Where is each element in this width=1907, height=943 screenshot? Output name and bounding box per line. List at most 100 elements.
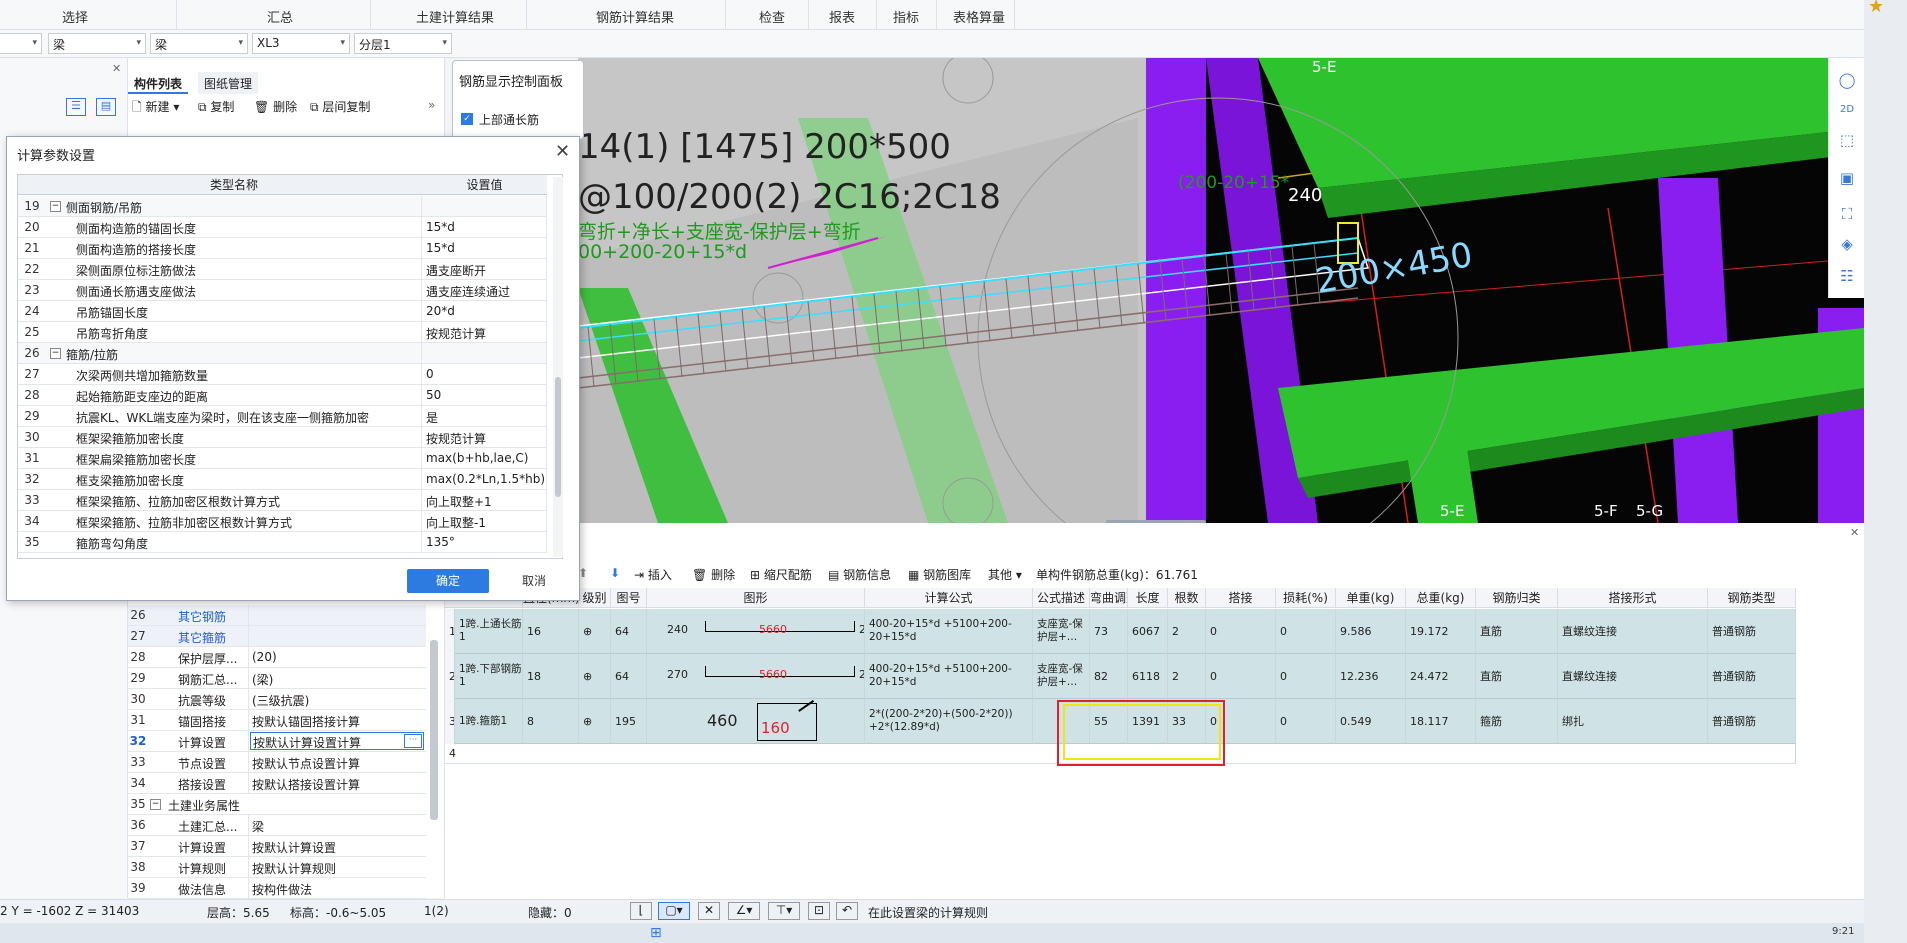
rebar-cell-name[interactable]: 1跨.箍筋1 xyxy=(455,699,523,744)
column-header[interactable]: 公式描述 xyxy=(1033,588,1090,608)
ortho-icon[interactable]: ⌊ xyxy=(630,902,652,920)
settings-row[interactable]: 31 框架扁梁箍筋加密长度 max(b+hb,lae,C) xyxy=(18,448,547,469)
menu-check[interactable]: 检查 xyxy=(752,7,792,26)
column-header[interactable]: 搭接 xyxy=(1206,588,1276,608)
rebar-library-button[interactable]: ▦ 钢筋图库 xyxy=(908,566,971,583)
grid-view-icon[interactable]: ▤ xyxy=(96,98,116,116)
property-row[interactable]: 31 锚固搭接 按默认锚固搭接计算 xyxy=(128,710,426,731)
settings-row[interactable]: 35 箍筋弯勾角度 135° xyxy=(18,532,547,553)
settings-row[interactable]: 22 梁侧面原位标注筋做法 遇支座断开 xyxy=(18,259,547,280)
list-icon[interactable]: ☷ xyxy=(1837,266,1857,286)
rebar-cell-total[interactable]: 18.117 xyxy=(1406,699,1476,744)
rebar-cell-formula[interactable]: 400-20+15*d +5100+200-20+15*d xyxy=(865,609,1033,654)
3d-box-icon[interactable]: ⬚ xyxy=(1837,130,1857,150)
column-header[interactable]: 级别 xyxy=(579,588,611,608)
setting-value[interactable]: 15*d xyxy=(426,241,455,255)
column-header[interactable]: 根数 xyxy=(1168,588,1206,608)
checkbox-checked-icon[interactable]: ✓ xyxy=(461,113,473,125)
property-scrollbar[interactable] xyxy=(430,640,438,820)
move-down-icon[interactable]: ⬇ xyxy=(610,566,620,580)
menu-table-calc[interactable]: 表格算量 xyxy=(944,7,1014,26)
settings-row[interactable]: 19− 侧面钢筋/吊筋 xyxy=(18,196,547,217)
setting-value[interactable]: max(b+hb,lae,C) xyxy=(426,451,528,465)
settings-row[interactable]: 24 吊筋锚固长度 20*d xyxy=(18,301,547,322)
floor-copy-button[interactable]: ⧉ 层间复制 xyxy=(310,98,370,115)
column-header[interactable]: 长度 xyxy=(1128,588,1168,608)
collapse-icon[interactable]: − xyxy=(50,348,61,359)
rebar-cell-desc[interactable]: 支座宽-保护层+… xyxy=(1033,654,1090,699)
menu-index[interactable]: 指标 xyxy=(886,7,926,26)
rebar-cell-type[interactable]: 普通钢筋 xyxy=(1708,654,1796,699)
rebar-cell-cat[interactable]: 直筋 xyxy=(1476,609,1558,654)
collapse-icon[interactable]: − xyxy=(150,799,161,810)
layer-select[interactable]: 分层1 ▾ xyxy=(354,33,452,54)
ellipsis-icon[interactable]: ··· xyxy=(404,734,422,748)
property-row[interactable]: 33 节点设置 按默认节点设置计算 xyxy=(128,752,426,773)
setting-value[interactable]: 20*d xyxy=(426,304,455,318)
rebar-cell-grade[interactable]: ⊕ xyxy=(579,609,611,654)
property-value[interactable]: 按默认锚固搭接计算 xyxy=(252,713,360,730)
rebar-cell-bend[interactable]: 73 xyxy=(1090,609,1128,654)
arc-icon[interactable]: ↶ xyxy=(836,902,858,920)
rebar-cell-cat[interactable]: 箍筋 xyxy=(1476,699,1558,744)
rebar-shape[interactable]: 2705660270 xyxy=(647,654,865,699)
menu-select[interactable]: 选择 xyxy=(45,7,105,26)
rebar-cell-lap[interactable]: 0 xyxy=(1206,654,1276,699)
settings-row[interactable]: 30 框架梁箍筋加密长度 按规范计算 xyxy=(18,427,547,448)
column-header[interactable]: 单重(kg) xyxy=(1336,588,1406,608)
property-row[interactable]: 28 保护层厚... (20) xyxy=(128,647,426,668)
column-header[interactable]: 钢筋归类 xyxy=(1476,588,1558,608)
list-view-icon[interactable]: ☰ xyxy=(66,98,86,116)
rebar-cell-loss[interactable]: 0 xyxy=(1276,654,1336,699)
star-icon[interactable]: ★ xyxy=(1868,0,1884,17)
menu-report[interactable]: 报表 xyxy=(822,7,862,26)
settings-row[interactable]: 32 框支梁箍筋加密长度 max(0.2*Ln,1.5*hb) xyxy=(18,469,547,490)
column-header[interactable]: 图号 xyxy=(611,588,647,608)
rebar-cell-len[interactable]: 6067 xyxy=(1128,609,1168,654)
rebar-cell-fig[interactable]: 64 xyxy=(611,654,647,699)
offset-icon[interactable]: ⊤▾ xyxy=(768,902,800,920)
column-header[interactable]: 钢筋类型 xyxy=(1708,588,1796,608)
rebar-cell-lapform[interactable]: 绑扎 xyxy=(1558,699,1708,744)
column-header[interactable]: 计算公式 xyxy=(865,588,1033,608)
property-value[interactable]: 按默认计算设置 xyxy=(252,839,336,856)
layers-icon[interactable]: ◈ xyxy=(1837,234,1857,254)
column-header[interactable]: 损耗(%) xyxy=(1276,588,1336,608)
rebar-cell-formula[interactable]: 400-20+15*d +5100+200-20+15*d xyxy=(865,654,1033,699)
rebar-cell-grade[interactable]: ⊕ xyxy=(579,699,611,744)
property-value[interactable]: (20) xyxy=(252,650,277,664)
rebar-cell-fig[interactable]: 195 xyxy=(611,699,647,744)
property-row[interactable]: 35− 土建业务属性 xyxy=(128,794,426,815)
rebar-cell-qty[interactable]: 2 xyxy=(1168,654,1206,699)
rebar-cell-loss[interactable]: 0 xyxy=(1276,609,1336,654)
rebar-cell-len[interactable]: 6118 xyxy=(1128,654,1168,699)
settings-row[interactable]: 29 抗震KL、WKL端支座为梁时，则在该支座一侧箍筋加密 是 xyxy=(18,406,547,427)
setting-value[interactable]: 0 xyxy=(426,367,434,381)
insert-button[interactable]: ⇥ 插入 xyxy=(634,566,672,583)
rebar-cell-formula[interactable]: 2*((200-2*20)+(500-2*20)) +2*(12.89*d) xyxy=(865,699,1033,744)
settings-row[interactable]: 28 起始箍筋距支座边的距离 50 xyxy=(18,385,547,406)
settings-row[interactable]: 27 次梁两侧共增加箍筋数量 0 xyxy=(18,364,547,385)
column-header[interactable]: 弯曲调整 xyxy=(1090,588,1128,608)
copy-button[interactable]: ⧉ 复制 xyxy=(198,98,234,115)
delete-rebar-button[interactable]: 🗑 删除 xyxy=(692,566,735,583)
property-value[interactable]: 按默认搭接设置计算 xyxy=(252,776,360,793)
type-select[interactable]: 梁 ▾ xyxy=(150,33,248,54)
rebar-cell-total[interactable]: 19.172 xyxy=(1406,609,1476,654)
setting-value[interactable]: 135° xyxy=(426,535,455,549)
property-value[interactable]: 按默认计算规则 xyxy=(252,860,336,877)
ok-button[interactable]: 确定 xyxy=(407,569,489,593)
settings-row[interactable]: 33 框架梁箍筋、拉筋加密区根数计算方式 向上取整+1 xyxy=(18,490,547,511)
column-header[interactable]: 总重(kg) xyxy=(1406,588,1476,608)
rebar-shape[interactable]: 460 160 xyxy=(647,699,865,744)
setting-value[interactable]: 遇支座断开 xyxy=(426,262,486,279)
settings-row[interactable]: 34 框架梁箍筋、拉筋非加密区根数计算方式 向上取整-1 xyxy=(18,511,547,532)
property-row[interactable]: 30 抗震等级 (三级抗震) xyxy=(128,689,426,710)
snap-icon[interactable]: ▢▾ xyxy=(658,902,690,920)
rebar-cell-type[interactable]: 普通钢筋 xyxy=(1708,699,1796,744)
property-value[interactable]: (梁) xyxy=(252,671,273,688)
rebar-cell-type[interactable]: 普通钢筋 xyxy=(1708,609,1796,654)
rebar-shape[interactable]: 2405660240 xyxy=(647,609,865,654)
delete-button[interactable]: 🗑 删除 xyxy=(254,98,297,115)
rebar-cell-qty[interactable]: 2 xyxy=(1168,609,1206,654)
